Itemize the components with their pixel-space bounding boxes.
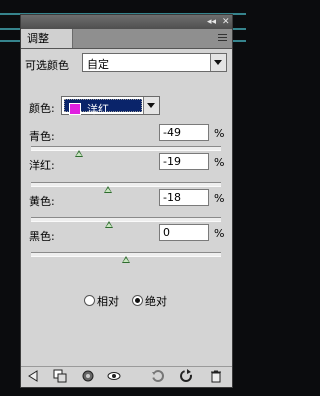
colors-label: 颜色: <box>29 102 55 115</box>
black-label: 黑色: <box>29 230 55 243</box>
black-slider-thumb[interactable] <box>122 256 130 263</box>
tab-adjustments[interactable]: 调整 <box>21 29 73 48</box>
visibility-circle-icon[interactable] <box>81 369 95 383</box>
magenta-value-field[interactable]: -19 <box>159 153 209 170</box>
view-previous-icon[interactable] <box>151 369 165 383</box>
trash-icon[interactable] <box>209 369 223 383</box>
cyan-slider-track[interactable] <box>31 146 221 151</box>
clip-icon[interactable] <box>53 369 67 383</box>
magenta-slider-thumb[interactable] <box>103 186 112 193</box>
preset-dropdown[interactable]: 自定 <box>82 53 227 72</box>
panel-menu-icon[interactable] <box>215 32 227 44</box>
eye-icon[interactable] <box>107 369 121 383</box>
colors-value: 洋红 <box>87 103 109 116</box>
magenta-slider-track[interactable] <box>31 182 221 187</box>
bottom-toolbar <box>21 365 232 387</box>
collapse-icon[interactable]: ◂◂ <box>207 16 216 28</box>
cyan-value-field[interactable]: -49 <box>159 124 209 141</box>
absolute-label: 绝对 <box>145 295 167 308</box>
black-unit: % <box>214 227 225 240</box>
black-value-field[interactable]: 0 <box>159 224 209 241</box>
cyan-label: 青色: <box>29 130 55 143</box>
preset-value: 自定 <box>87 58 109 71</box>
cyan-slider-thumb[interactable] <box>75 150 84 157</box>
adjustments-panel: ◂◂ ✕ 调整 可选颜色 自定 颜色: 洋红 青色: -49 % 洋红: -19… <box>20 14 233 388</box>
chevron-down-icon[interactable] <box>210 54 226 71</box>
yellow-value-field[interactable]: -18 <box>159 189 209 206</box>
chevron-down-icon[interactable] <box>143 97 159 114</box>
adjustment-type-label: 可选颜色 <box>25 59 69 72</box>
yellow-label: 黄色: <box>29 195 55 208</box>
yellow-unit: % <box>214 192 225 205</box>
absolute-radio[interactable] <box>132 295 143 306</box>
colors-selected: 洋红 <box>64 99 142 116</box>
reset-icon[interactable] <box>179 369 193 383</box>
magenta-swatch <box>69 103 81 115</box>
back-icon[interactable] <box>27 369 41 383</box>
panel-titlebar: ◂◂ ✕ <box>21 15 232 29</box>
relative-label: 相对 <box>97 295 119 308</box>
relative-radio[interactable] <box>84 295 95 306</box>
cyan-unit: % <box>214 127 225 140</box>
colors-dropdown[interactable]: 洋红 <box>61 96 160 116</box>
tab-row: 调整 <box>21 29 232 49</box>
yellow-slider-thumb[interactable] <box>104 221 113 228</box>
magenta-label: 洋红: <box>29 159 55 172</box>
magenta-unit: % <box>214 156 225 169</box>
close-icon[interactable]: ✕ <box>222 16 230 28</box>
yellow-slider-track[interactable] <box>31 217 221 222</box>
